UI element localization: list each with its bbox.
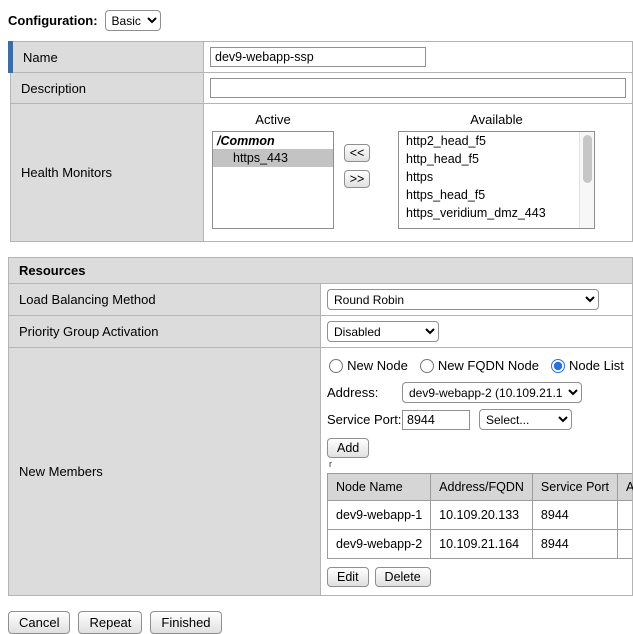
delete-button[interactable]: Delete xyxy=(375,567,431,587)
radio-node-list[interactable]: Node List xyxy=(551,358,624,373)
member-address: 10.109.21.164 xyxy=(431,530,533,559)
health-monitors-label: Health Monitors xyxy=(11,104,204,242)
load-balancing-method-label: Load Balancing Method xyxy=(9,284,321,316)
general-properties-table: Name Description Health Monitors Active … xyxy=(8,41,633,242)
new-node-radio-label: New Node xyxy=(347,358,408,373)
service-port-label: Service Port: xyxy=(327,412,402,427)
move-to-active-button[interactable]: << xyxy=(344,144,370,162)
resources-table: Resources Load Balancing Method Round Ro… xyxy=(8,257,633,596)
available-monitor-item[interactable]: https_head_f5 xyxy=(399,186,594,204)
member-node-name: dev9-webapp-1 xyxy=(328,501,431,530)
configuration-label: Configuration: xyxy=(8,13,98,28)
available-list-title: Available xyxy=(398,112,595,127)
member-auto-populate xyxy=(618,501,633,530)
member-actions-row: Edit Delete xyxy=(327,567,626,587)
new-node-radio[interactable] xyxy=(329,359,343,373)
add-button-row: Add xyxy=(327,438,626,458)
name-label: Name xyxy=(11,42,204,73)
name-row: Name xyxy=(11,42,633,73)
scrollbar-thumb[interactable] xyxy=(583,135,592,183)
column-header-address-fqdn: Address/FQDN xyxy=(431,474,533,501)
member-service-port: 8944 xyxy=(532,501,617,530)
radio-new-fqdn-node[interactable]: New FQDN Node xyxy=(420,358,539,373)
column-header-auto-populate: Auto Populate xyxy=(618,474,633,501)
member-row[interactable]: dev9-webapp-2 10.109.21.164 8944 0 xyxy=(328,530,633,559)
load-balancing-method-row: Load Balancing Method Round Robin xyxy=(9,284,633,316)
repeat-button[interactable]: Repeat xyxy=(78,611,142,634)
move-to-available-button[interactable]: >> xyxy=(344,170,370,188)
add-button[interactable]: Add xyxy=(327,438,369,458)
available-monitor-item[interactable]: https_veridium_dmz_443 xyxy=(399,204,594,222)
priority-group-activation-select[interactable]: Disabled xyxy=(327,321,439,342)
radio-new-node[interactable]: New Node xyxy=(329,358,408,373)
configuration-bar: Configuration: Basic xyxy=(8,10,633,31)
available-monitors-listbox[interactable]: http2_head_f5 http_head_f5 https https_h… xyxy=(398,131,595,229)
column-header-service-port: Service Port xyxy=(532,474,617,501)
description-input[interactable] xyxy=(210,78,626,98)
member-service-port: 8944 xyxy=(532,530,617,559)
members-table: Node Name Address/FQDN Service Port Auto… xyxy=(327,473,633,559)
node-list-radio[interactable] xyxy=(551,359,565,373)
address-label: Address: xyxy=(327,385,402,400)
edit-button[interactable]: Edit xyxy=(327,567,369,587)
priority-group-activation-row: Priority Group Activation Disabled xyxy=(9,316,633,348)
scrollbar[interactable] xyxy=(579,132,594,228)
pool-configuration-page: Configuration: Basic Name Description He… xyxy=(0,0,633,634)
service-port-select[interactable]: Select... xyxy=(479,409,572,430)
description-row: Description xyxy=(11,73,633,104)
partition-group-label: /Common xyxy=(213,132,333,149)
address-field-row: Address: dev9-webapp-2 (10.109.21.164) xyxy=(327,382,626,403)
new-members-row: New Members New Node New FQDN Node Node … xyxy=(9,348,633,596)
finished-button[interactable]: Finished xyxy=(150,611,221,634)
member-address: 10.109.20.133 xyxy=(431,501,533,530)
resources-header-row: Resources xyxy=(9,258,633,284)
new-members-radio-group: New Node New FQDN Node Node List xyxy=(327,358,626,373)
new-fqdn-node-radio[interactable] xyxy=(420,359,434,373)
member-node-name: dev9-webapp-2 xyxy=(328,530,431,559)
address-select[interactable]: dev9-webapp-2 (10.109.21.164) xyxy=(402,382,582,403)
description-label: Description xyxy=(11,73,204,104)
available-monitor-item[interactable]: https xyxy=(399,168,594,186)
new-fqdn-node-radio-label: New FQDN Node xyxy=(438,358,539,373)
name-input[interactable] xyxy=(210,47,426,67)
monitor-move-buttons: << >> xyxy=(344,144,370,188)
health-monitors-row: Health Monitors Active /Common https_443… xyxy=(11,104,633,242)
resources-section-title: Resources xyxy=(9,258,633,284)
service-port-field-row: Service Port: Select... xyxy=(327,409,626,430)
node-list-radio-label: Node List xyxy=(569,358,624,373)
load-balancing-method-select[interactable]: Round Robin xyxy=(327,289,599,310)
stray-text: r xyxy=(327,459,626,470)
priority-group-activation-label: Priority Group Activation xyxy=(9,316,321,348)
members-table-header-row: Node Name Address/FQDN Service Port Auto… xyxy=(328,474,633,501)
available-monitor-item[interactable]: http2_head_f5 xyxy=(399,132,594,150)
column-header-node-name: Node Name xyxy=(328,474,431,501)
service-port-input[interactable] xyxy=(402,410,470,430)
new-members-label: New Members xyxy=(9,348,321,596)
footer-buttons: Cancel Repeat Finished xyxy=(8,611,633,634)
member-auto-populate xyxy=(618,530,633,559)
cancel-button[interactable]: Cancel xyxy=(8,611,70,634)
configuration-select[interactable]: Basic xyxy=(105,10,161,31)
member-row[interactable]: dev9-webapp-1 10.109.20.133 8944 0 xyxy=(328,501,633,530)
active-monitor-item[interactable]: https_443 xyxy=(213,149,333,167)
available-monitor-item[interactable]: http_head_f5 xyxy=(399,150,594,168)
active-list-title: Active xyxy=(212,112,334,127)
active-monitors-listbox[interactable]: /Common https_443 xyxy=(212,131,334,229)
